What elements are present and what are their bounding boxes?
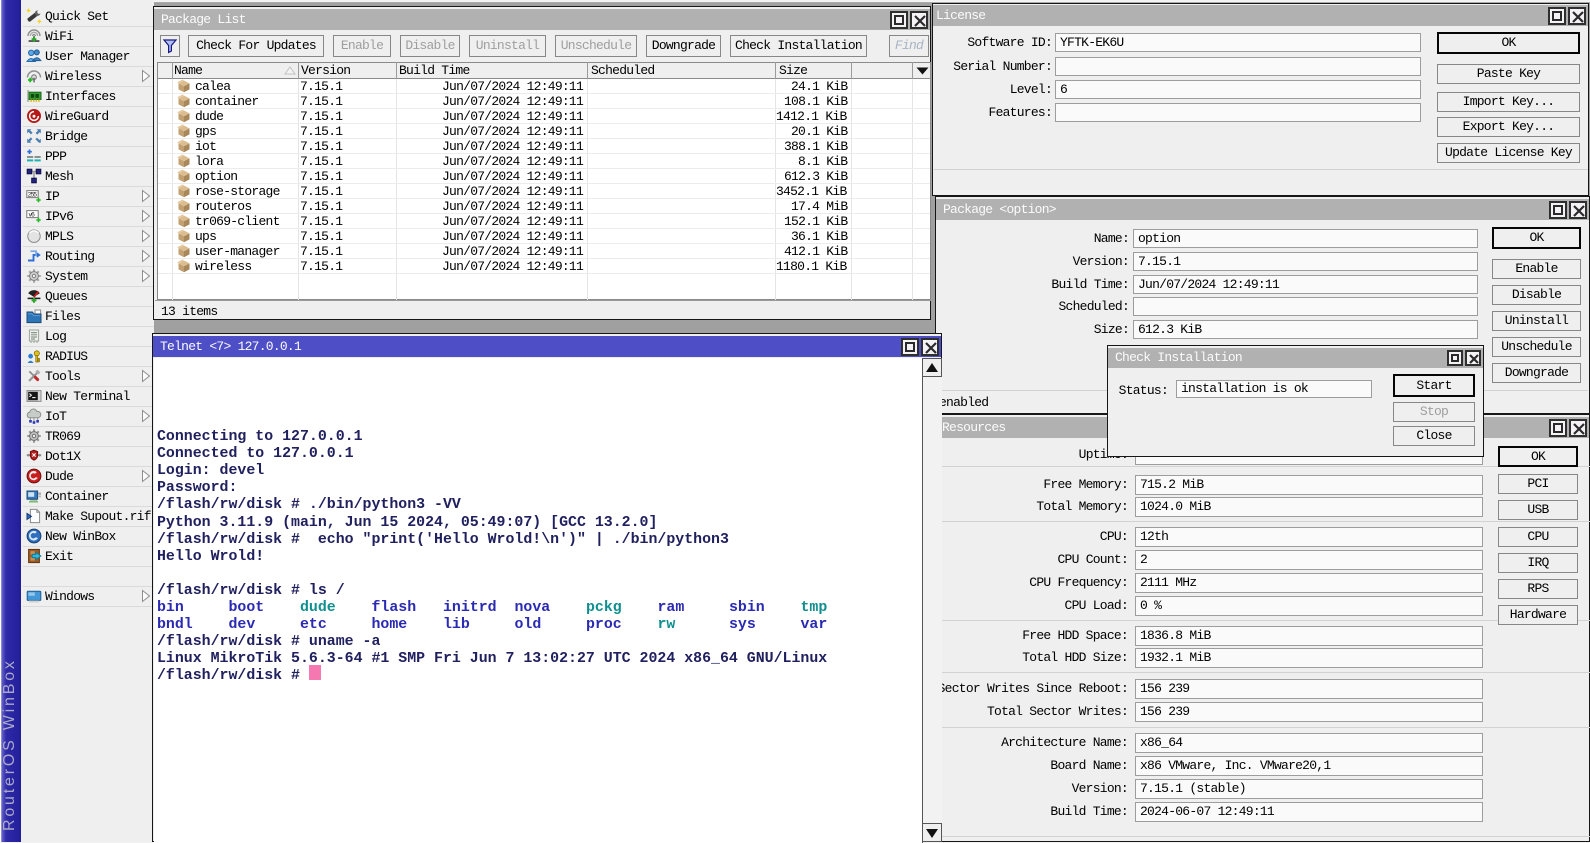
svg-text:255: 255 [28,191,38,198]
